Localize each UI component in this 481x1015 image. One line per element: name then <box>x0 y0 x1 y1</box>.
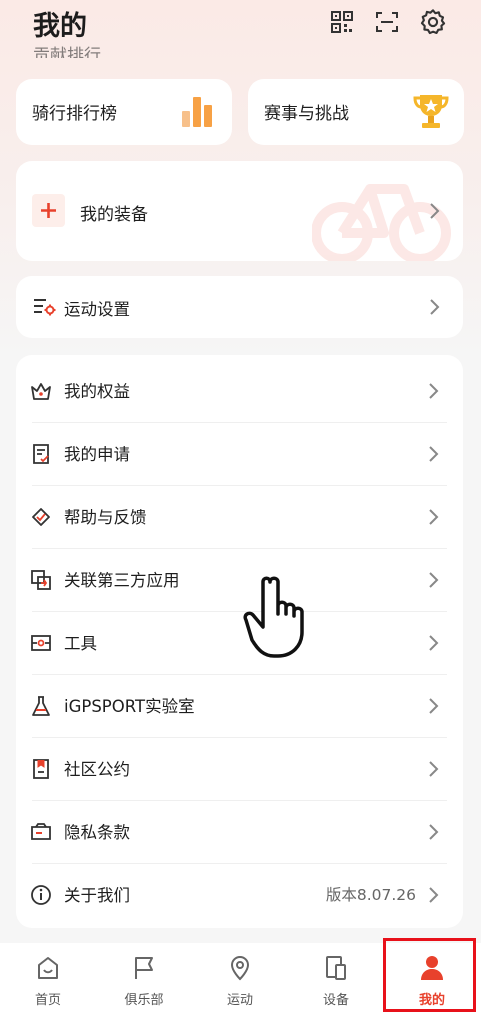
menu-item-my-applications[interactable]: 我的申请 <box>16 422 462 485</box>
nav-item-club[interactable]: 俱乐部 <box>96 943 192 1015</box>
chevron-right-icon <box>429 698 439 714</box>
qr-code-icon[interactable] <box>330 10 354 34</box>
info-icon <box>31 885 51 905</box>
sport-settings-label: 运动设置 <box>64 300 130 319</box>
chevron-right-icon <box>429 635 439 651</box>
community-rules-icon <box>33 759 49 779</box>
plus-icon <box>32 194 65 227</box>
events-challenges-label: 赛事与挑战 <box>264 104 349 124</box>
nav-label: 首页 <box>34 993 61 1008</box>
application-doc-icon <box>33 444 49 464</box>
nav-label: 设备 <box>322 993 349 1008</box>
bar-chart-icon <box>182 97 212 127</box>
menu-item-help-feedback[interactable]: 帮助与反馈 <box>16 485 462 548</box>
chevron-right-icon <box>429 572 439 588</box>
events-challenges-card[interactable]: 赛事与挑战 <box>248 79 464 145</box>
nav-label: 运动 <box>226 993 253 1008</box>
version-text: 版本8.07.26 <box>325 886 416 904</box>
menu-item-label: 社区公约 <box>64 760 130 779</box>
nav-label: 俱乐部 <box>124 993 164 1008</box>
chevron-right-icon <box>429 824 439 840</box>
menu-item-igpsport-lab[interactable]: iGPSPORT实验室 <box>16 674 462 737</box>
menu-item-label: 帮助与反馈 <box>64 508 147 527</box>
highlight-box <box>383 938 476 1012</box>
menu-item-label: 关联第三方应用 <box>64 571 180 590</box>
menu-item-label: 工具 <box>64 634 97 653</box>
menu-item-my-benefits[interactable]: 我的权益 <box>16 359 462 422</box>
nav-item-sport[interactable]: 运动 <box>192 943 288 1015</box>
flag-icon <box>135 957 153 979</box>
help-feedback-icon <box>32 508 50 526</box>
location-pin-icon <box>230 956 250 981</box>
chevron-right-icon <box>429 383 439 399</box>
hand-pointer-icon <box>243 576 304 658</box>
menu-item-tools[interactable]: 工具 <box>16 611 462 674</box>
menu-item-community-rules[interactable]: 社区公约 <box>16 737 462 800</box>
chevron-right-icon <box>429 509 439 525</box>
menu-item-label: 关于我们 <box>64 886 130 905</box>
nav-item-devices[interactable]: 设备 <box>288 943 384 1015</box>
menu-item-label: 隐私条款 <box>64 823 130 842</box>
menu-item-linked-apps[interactable]: 关联第三方应用 <box>16 548 462 611</box>
equipment-card[interactable]: 我的装备 <box>16 161 463 261</box>
menu-item-label: 我的权益 <box>64 382 130 401</box>
chevron-right-icon <box>430 203 440 219</box>
nav-item-home[interactable]: 首页 <box>0 943 96 1015</box>
ride-ranking-card[interactable]: 骑行排行榜 <box>16 79 232 145</box>
trophy-icon <box>413 95 449 128</box>
home-icon <box>38 957 58 979</box>
menu-item-label: 我的申请 <box>64 445 130 464</box>
settings-list-icon <box>34 299 56 316</box>
link-app-icon <box>31 570 51 590</box>
flask-icon <box>32 696 50 716</box>
gear-icon[interactable] <box>419 8 447 36</box>
devices-icon <box>326 956 346 980</box>
sport-settings-card[interactable]: 运动设置 <box>16 276 463 338</box>
scan-icon[interactable] <box>375 10 399 34</box>
menu-item-about-us[interactable]: 关于我们 版本8.07.26 <box>16 863 462 926</box>
menu-item-privacy[interactable]: 隐私条款 <box>16 800 462 863</box>
page-title: 我的 <box>33 11 87 42</box>
chevron-right-icon <box>429 761 439 777</box>
menu-item-label: iGPSPORT实验室 <box>64 697 195 716</box>
chevron-right-icon <box>430 299 440 315</box>
crown-icon <box>31 383 51 400</box>
privacy-icon <box>31 823 51 840</box>
toolbox-icon <box>31 635 51 651</box>
header: 贡献排行 我的 <box>0 0 481 60</box>
equipment-label: 我的装备 <box>80 205 148 225</box>
chevron-right-icon <box>429 446 439 462</box>
chevron-right-icon <box>429 887 439 903</box>
ride-ranking-label: 骑行排行榜 <box>32 104 117 124</box>
